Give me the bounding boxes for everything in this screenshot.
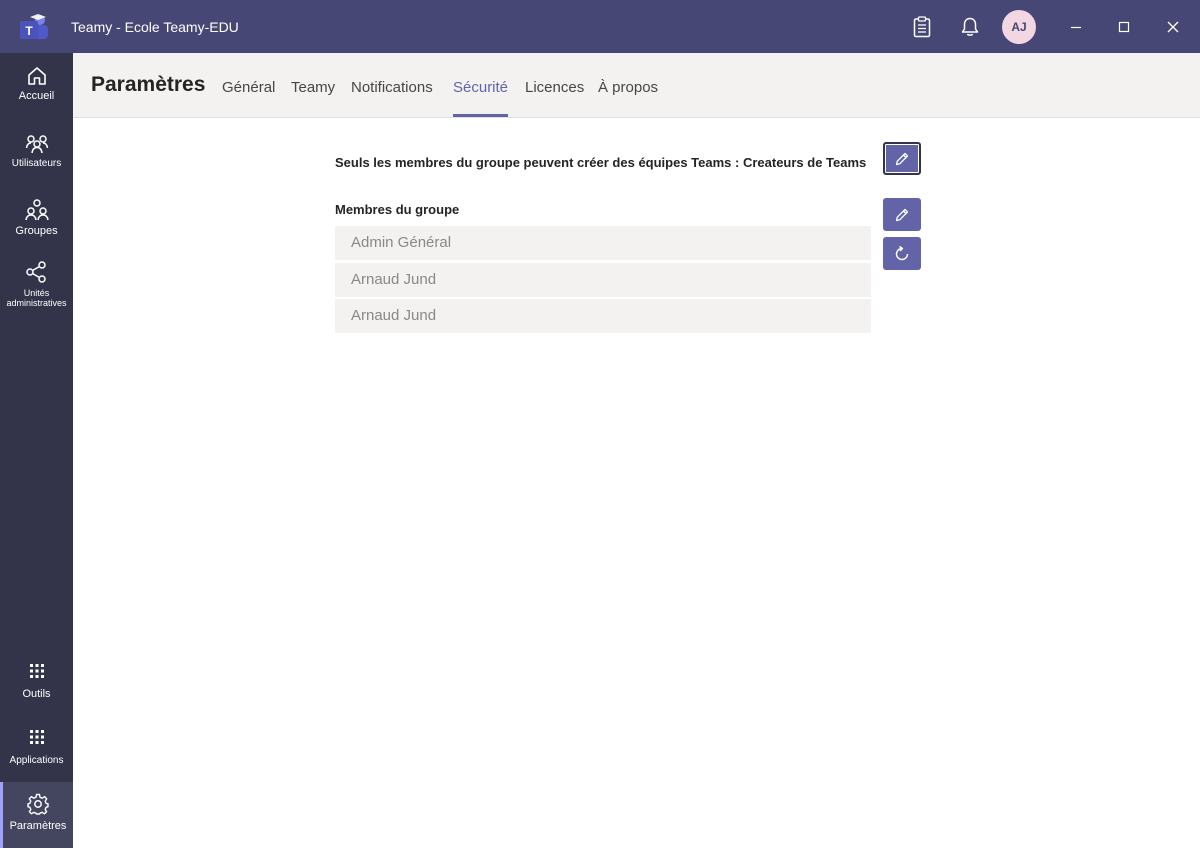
list-item: Admin Général bbox=[335, 226, 871, 260]
users-icon bbox=[25, 135, 48, 154]
rail-item-applications[interactable]: Applications bbox=[0, 729, 73, 784]
maximize-icon bbox=[1118, 21, 1130, 33]
rail-item-label: Utilisateurs bbox=[11, 158, 62, 169]
pencil-icon bbox=[895, 152, 909, 165]
group-members-label: Membres du groupe bbox=[335, 202, 460, 217]
security-panel: Seuls les membres du groupe peuvent crée… bbox=[73, 118, 1200, 848]
rail-item-label: Outils bbox=[22, 688, 51, 700]
tab-notifications[interactable]: Notifications bbox=[351, 79, 433, 96]
clipboard-button[interactable] bbox=[907, 12, 937, 42]
rail-item-label: Paramètres bbox=[9, 820, 67, 832]
rail-item-label: Unités administratives bbox=[6, 288, 67, 308]
svg-text:T: T bbox=[25, 24, 33, 38]
rail-item-label: Accueil bbox=[18, 90, 55, 102]
refresh-members-button[interactable] bbox=[883, 237, 921, 270]
home-icon bbox=[27, 67, 46, 85]
active-tab-indicator bbox=[453, 114, 508, 117]
refresh-icon bbox=[895, 245, 909, 260]
window-title: Teamy - Ecole Teamy-EDU bbox=[71, 19, 239, 35]
grid-icon bbox=[29, 664, 44, 678]
rail-item-utilisateurs[interactable]: Utilisateurs bbox=[0, 133, 73, 188]
edit-creation-rule-button[interactable] bbox=[883, 142, 921, 175]
admin-units-icon bbox=[25, 261, 46, 283]
edit-members-button[interactable] bbox=[883, 198, 921, 231]
maximize-button[interactable] bbox=[1109, 12, 1139, 42]
notifications-button[interactable] bbox=[955, 12, 985, 42]
settings-header: Paramètres Général Teamy Notifications S… bbox=[73, 53, 1200, 118]
rail-item-groupes[interactable]: Groupes bbox=[0, 198, 73, 253]
tab-teamy[interactable]: Teamy bbox=[291, 79, 335, 96]
user-avatar[interactable]: AJ bbox=[1002, 10, 1036, 44]
groups-icon bbox=[24, 199, 49, 221]
tab-licences[interactable]: Licences bbox=[525, 79, 584, 96]
left-rail: Accueil Utilisateurs Groupes Unités admi… bbox=[0, 53, 73, 848]
team-creation-rule: Seuls les membres du groupe peuvent crée… bbox=[335, 155, 867, 170]
tab-general[interactable]: Général bbox=[222, 79, 275, 96]
pencil-icon bbox=[895, 208, 909, 221]
grid-icon bbox=[29, 730, 44, 744]
minimize-button[interactable] bbox=[1061, 12, 1091, 42]
teams-logo-icon: T bbox=[20, 14, 48, 39]
list-item: Arnaud Jund bbox=[335, 263, 871, 297]
close-icon bbox=[1167, 21, 1179, 33]
tab-securite[interactable]: Sécurité bbox=[453, 79, 508, 96]
gear-icon bbox=[27, 793, 49, 815]
list-item: Arnaud Jund bbox=[335, 299, 871, 333]
rail-item-unites-administratives[interactable]: Unités administratives bbox=[0, 260, 73, 315]
rail-item-outils[interactable]: Outils bbox=[0, 663, 73, 718]
tab-a-propos[interactable]: À propos bbox=[598, 79, 658, 96]
rail-item-parametres[interactable]: Paramètres bbox=[0, 782, 73, 848]
rail-item-label: Groupes bbox=[15, 225, 58, 237]
rail-item-accueil[interactable]: Accueil bbox=[0, 65, 73, 120]
bell-icon bbox=[961, 17, 979, 36]
rail-item-label: Applications bbox=[9, 755, 64, 766]
minimize-icon bbox=[1071, 26, 1081, 29]
close-button[interactable] bbox=[1158, 12, 1188, 42]
title-bar: T Teamy - Ecole Teamy-EDU AJ bbox=[0, 0, 1200, 53]
page-title: Paramètres bbox=[91, 73, 206, 96]
clipboard-icon bbox=[913, 16, 931, 38]
